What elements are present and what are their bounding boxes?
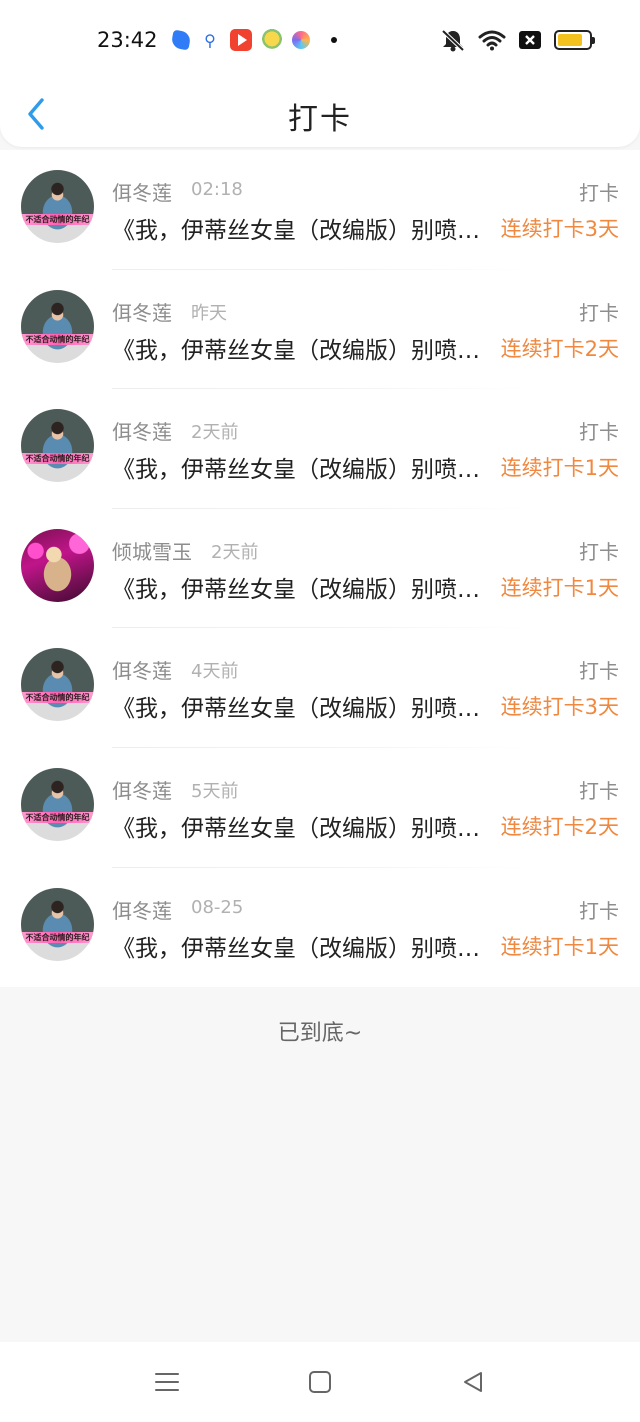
avatar[interactable]: 不适合动情的年纪 [21, 289, 94, 363]
battery-level-fill [558, 34, 582, 46]
user-name: 佴冬莲 [112, 181, 172, 205]
checkin-tag: 打卡 [579, 778, 619, 803]
status-time: 23:42 [97, 28, 158, 52]
streak-label: 连续打卡1天 [500, 456, 619, 481]
avatar-caption: 不适合动情的年纪 [21, 214, 94, 225]
user-name: 倾城雪玉 [112, 539, 192, 564]
battery-icon [554, 30, 595, 50]
avatar[interactable] [21, 528, 94, 602]
wifi-icon [478, 29, 506, 51]
video-icon [230, 29, 252, 51]
avatar-caption: 不适合动情的年纪 [21, 333, 94, 345]
checkin-tag: 打卡 [579, 300, 619, 325]
system-nav-bar [0, 1342, 640, 1422]
streak-label: 连续打卡3天 [500, 217, 619, 241]
avatar[interactable]: 不适合动情的年纪 [21, 767, 94, 841]
avatar[interactable]: 不适合动情的年纪 [21, 648, 94, 722]
avatar[interactable]: 不适合动情的年纪 [21, 887, 94, 961]
system-icons [440, 28, 595, 52]
book-title: 《我，伊蒂丝女皇（改编版）别喷… [112, 696, 480, 723]
avatar-caption: 不适合动情的年纪 [21, 692, 94, 704]
user-name: 佴冬莲 [112, 420, 172, 445]
avatar-caption: 不适合动情的年纪 [21, 453, 94, 465]
back-triangle-icon [464, 1372, 482, 1392]
book-title: 《我，伊蒂丝女皇（改编版）别喷… [112, 576, 480, 603]
avatar[interactable]: 不适合动情的年纪 [21, 170, 94, 243]
browser-icon [170, 29, 192, 51]
avatar-caption: 不适合动情的年纪 [21, 931, 94, 943]
end-of-list-text: 已到底~ [277, 1021, 363, 1046]
list-item[interactable]: 不适合动情的年纪 佴冬莲 02:18 打卡 《我，伊蒂丝女皇（改编版）别喷… 连… [0, 150, 640, 270]
book-title: 《我，伊蒂丝女皇（改编版）别喷… [112, 457, 480, 484]
streak-label: 连续打卡1天 [500, 934, 619, 959]
checkin-tag: 打卡 [579, 420, 619, 445]
post-time: 2天前 [191, 422, 239, 444]
post-time: 2天前 [211, 541, 259, 563]
user-name: 佴冬莲 [112, 778, 172, 803]
streak-label: 连续打卡2天 [500, 336, 619, 361]
flower-app-icon [292, 31, 310, 49]
list-item[interactable]: 不适合动情的年纪 佴冬莲 5天前 打卡 《我，伊蒂丝女皇（改编版）别喷… 连续打… [0, 748, 640, 868]
book-title: 《我，伊蒂丝女皇（改编版）别喷… [112, 935, 480, 962]
list-item[interactable]: 倾城雪玉 2天前 打卡 《我，伊蒂丝女皇（改编版）别喷… 连续打卡1天 [0, 509, 640, 629]
list-item[interactable]: 不适合动情的年纪 佴冬莲 4天前 打卡 《我，伊蒂丝女皇（改编版）别喷… 连续打… [0, 628, 640, 748]
more-notifications-dot [331, 37, 337, 43]
page-title: 打卡 [288, 102, 352, 137]
checkin-tag: 打卡 [579, 539, 619, 564]
post-time: 08-25 [191, 896, 244, 918]
streak-label: 连续打卡2天 [500, 814, 619, 839]
book-title: 《我，伊蒂丝女皇（改编版）别喷… [112, 337, 480, 364]
home-square-icon [309, 1371, 331, 1393]
avatar[interactable]: 不适合动情的年纪 [21, 409, 94, 483]
top-bar: 23:42 ⚲ 打卡 [0, 0, 640, 147]
list-item[interactable]: 不适合动情的年纪 佴冬莲 昨天 打卡 《我，伊蒂丝女皇（改编版）别喷… 连续打卡… [0, 270, 640, 390]
user-name: 佴冬莲 [112, 300, 172, 325]
search-icon: ⚲ [204, 30, 216, 50]
book-title: 《我，伊蒂丝女皇（改编版）别喷… [112, 815, 480, 842]
post-time: 昨天 [191, 302, 227, 324]
page-header: 打卡 [0, 80, 640, 147]
list-item[interactable]: 不适合动情的年纪 佴冬莲 08-25 打卡 《我，伊蒂丝女皇（改编版）别喷… 连… [0, 868, 640, 988]
post-time: 4天前 [191, 661, 239, 683]
back-nav-button[interactable] [459, 1368, 487, 1396]
book-title: 《我，伊蒂丝女皇（改编版）别喷… [112, 218, 480, 244]
notification-icons: ⚲ [170, 29, 337, 51]
cartoon-app-icon [261, 29, 283, 51]
home-button[interactable] [306, 1368, 334, 1396]
menu-icon [155, 1373, 179, 1391]
streak-label: 连续打卡1天 [500, 575, 619, 600]
streak-label: 连续打卡3天 [500, 695, 619, 720]
status-bar: 23:42 ⚲ [0, 0, 640, 80]
menu-button[interactable] [153, 1368, 181, 1396]
list-item[interactable]: 不适合动情的年纪 佴冬莲 2天前 打卡 《我，伊蒂丝女皇（改编版）别喷… 连续打… [0, 389, 640, 509]
post-time: 5天前 [191, 780, 239, 802]
user-name: 佴冬莲 [112, 898, 172, 923]
x-icon [518, 30, 542, 50]
checkin-tag: 打卡 [579, 181, 619, 205]
avatar-caption: 不适合动情的年纪 [21, 811, 94, 823]
checkin-tag: 打卡 [579, 898, 619, 923]
checkin-list: 不适合动情的年纪 佴冬莲 02:18 打卡 《我，伊蒂丝女皇（改编版）别喷… 连… [0, 150, 640, 988]
mute-bell-icon [440, 28, 466, 52]
post-time: 02:18 [191, 179, 243, 200]
checkin-tag: 打卡 [579, 659, 619, 684]
user-name: 佴冬莲 [112, 659, 172, 684]
